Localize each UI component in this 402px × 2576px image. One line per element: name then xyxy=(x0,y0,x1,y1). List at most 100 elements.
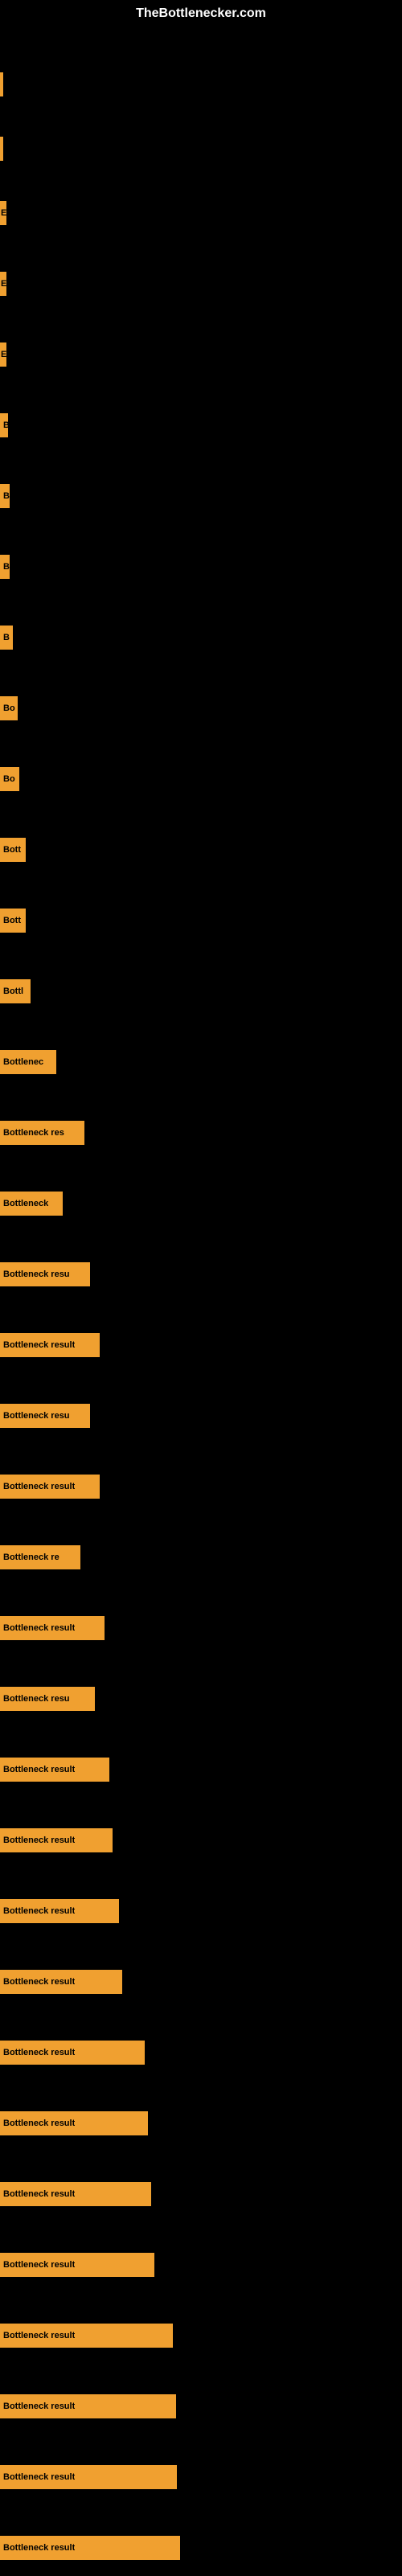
bar-label-3: E xyxy=(1,279,6,289)
bar-item-30: Bottleneck result xyxy=(0,2182,151,2206)
bar-label-29: Bottleneck result xyxy=(3,2119,75,2128)
bar-label-22: Bottleneck result xyxy=(3,1623,75,1633)
bar-label-31: Bottleneck result xyxy=(3,2260,75,2270)
bar-label-23: Bottleneck resu xyxy=(3,1694,70,1704)
bar-item-19: Bottleneck resu xyxy=(0,1404,90,1428)
bar-row-21: Bottleneck re xyxy=(0,1529,402,1585)
bar-label-20: Bottleneck result xyxy=(3,1482,75,1491)
bar-row-32: Bottleneck result xyxy=(0,2307,402,2364)
bar-row-1 xyxy=(0,121,402,177)
bar-row-6: B xyxy=(0,468,402,524)
bar-item-34: Bottleneck result xyxy=(0,2465,177,2489)
bar-label-17: Bottleneck resu xyxy=(3,1270,70,1279)
bar-row-2: E xyxy=(0,185,402,241)
bar-row-9: Bo xyxy=(0,680,402,736)
bar-row-22: Bottleneck result xyxy=(0,1600,402,1656)
bar-item-17: Bottleneck resu xyxy=(0,1262,90,1286)
bar-item-29: Bottleneck result xyxy=(0,2111,148,2135)
bar-item-4: E xyxy=(0,343,6,367)
bar-item-18: Bottleneck result xyxy=(0,1333,100,1357)
bar-label-28: Bottleneck result xyxy=(3,2048,75,2057)
site-title: TheBottlenecker.com xyxy=(0,0,402,24)
bar-row-26: Bottleneck result xyxy=(0,1883,402,1939)
bar-label-19: Bottleneck resu xyxy=(3,1411,70,1421)
bar-label-14: Bottlenec xyxy=(3,1057,43,1067)
bar-item-3: E xyxy=(0,272,6,296)
bar-row-24: Bottleneck result xyxy=(0,1741,402,1798)
bar-label-12: Bott xyxy=(3,916,21,925)
bar-label-18: Bottleneck result xyxy=(3,1340,75,1350)
bar-item-31: Bottleneck result xyxy=(0,2253,154,2277)
bar-label-11: Bott xyxy=(3,845,21,855)
bar-row-5: B xyxy=(0,397,402,453)
bar-row-3: E xyxy=(0,256,402,312)
bar-label-26: Bottleneck result xyxy=(3,1906,75,1916)
bar-label-9: Bo xyxy=(3,703,15,713)
bar-item-7: B xyxy=(0,555,10,579)
bar-row-19: Bottleneck resu xyxy=(0,1388,402,1444)
bar-row-7: B xyxy=(0,539,402,595)
bar-label-24: Bottleneck result xyxy=(3,1765,75,1774)
bar-row-27: Bottleneck result xyxy=(0,1954,402,2010)
bar-row-0 xyxy=(0,56,402,113)
bar-row-30: Bottleneck result xyxy=(0,2166,402,2222)
bar-row-11: Bott xyxy=(0,822,402,878)
bar-label-5: B xyxy=(3,420,8,430)
bar-row-17: Bottleneck resu xyxy=(0,1246,402,1302)
bar-row-12: Bott xyxy=(0,892,402,949)
bar-item-10: Bo xyxy=(0,767,19,791)
bar-item-28: Bottleneck result xyxy=(0,2041,145,2065)
bar-row-35: Bottleneck result xyxy=(0,2520,402,2576)
bar-item-26: Bottleneck result xyxy=(0,1899,119,1923)
bar-row-34: Bottleneck result xyxy=(0,2449,402,2505)
bar-row-33: Bottleneck result xyxy=(0,2378,402,2434)
bar-row-23: Bottleneck resu xyxy=(0,1671,402,1727)
bar-label-16: Bottleneck xyxy=(3,1199,48,1208)
bar-item-14: Bottlenec xyxy=(0,1050,56,1074)
bar-item-12: Bott xyxy=(0,909,26,933)
bar-item-27: Bottleneck result xyxy=(0,1970,122,1994)
bar-row-18: Bottleneck result xyxy=(0,1317,402,1373)
bar-label-30: Bottleneck result xyxy=(3,2189,75,2199)
bar-label-25: Bottleneck result xyxy=(3,1836,75,1845)
bar-label-6: B xyxy=(3,491,10,501)
bar-item-6: B xyxy=(0,484,10,508)
bar-item-35: Bottleneck result xyxy=(0,2536,180,2560)
bar-label-10: Bo xyxy=(3,774,15,784)
bar-row-29: Bottleneck result xyxy=(0,2095,402,2151)
bar-item-15: Bottleneck res xyxy=(0,1121,84,1145)
bar-row-14: Bottlenec xyxy=(0,1034,402,1090)
bar-label-33: Bottleneck result xyxy=(3,2402,75,2411)
bar-item-13: Bottl xyxy=(0,979,31,1003)
bar-item-2: E xyxy=(0,201,6,225)
bar-item-0 xyxy=(0,72,3,96)
bar-row-25: Bottleneck result xyxy=(0,1812,402,1868)
bar-item-21: Bottleneck re xyxy=(0,1545,80,1569)
bar-item-32: Bottleneck result xyxy=(0,2324,173,2348)
bar-row-31: Bottleneck result xyxy=(0,2237,402,2293)
bar-label-34: Bottleneck result xyxy=(3,2472,75,2482)
bar-item-33: Bottleneck result xyxy=(0,2394,176,2418)
bar-item-9: Bo xyxy=(0,696,18,720)
bar-row-16: Bottleneck xyxy=(0,1175,402,1232)
bar-item-8: B xyxy=(0,626,13,650)
bar-row-8: B xyxy=(0,609,402,666)
bar-label-15: Bottleneck res xyxy=(3,1128,64,1138)
bar-label-7: B xyxy=(3,562,10,572)
bar-row-13: Bottl xyxy=(0,963,402,1019)
bar-item-16: Bottleneck xyxy=(0,1192,63,1216)
bar-item-20: Bottleneck result xyxy=(0,1475,100,1499)
bar-label-2: E xyxy=(1,208,6,218)
bar-label-32: Bottleneck result xyxy=(3,2331,75,2340)
bar-label-8: B xyxy=(3,633,10,642)
bar-label-27: Bottleneck result xyxy=(3,1977,75,1987)
bar-item-22: Bottleneck result xyxy=(0,1616,105,1640)
bar-item-25: Bottleneck result xyxy=(0,1828,113,1852)
bar-label-21: Bottleneck re xyxy=(3,1553,59,1562)
bar-label-4: E xyxy=(1,350,6,359)
bar-row-4: E xyxy=(0,326,402,383)
bar-row-20: Bottleneck result xyxy=(0,1458,402,1515)
bar-item-1 xyxy=(0,137,3,161)
bar-item-24: Bottleneck result xyxy=(0,1758,109,1782)
bar-item-11: Bott xyxy=(0,838,26,862)
